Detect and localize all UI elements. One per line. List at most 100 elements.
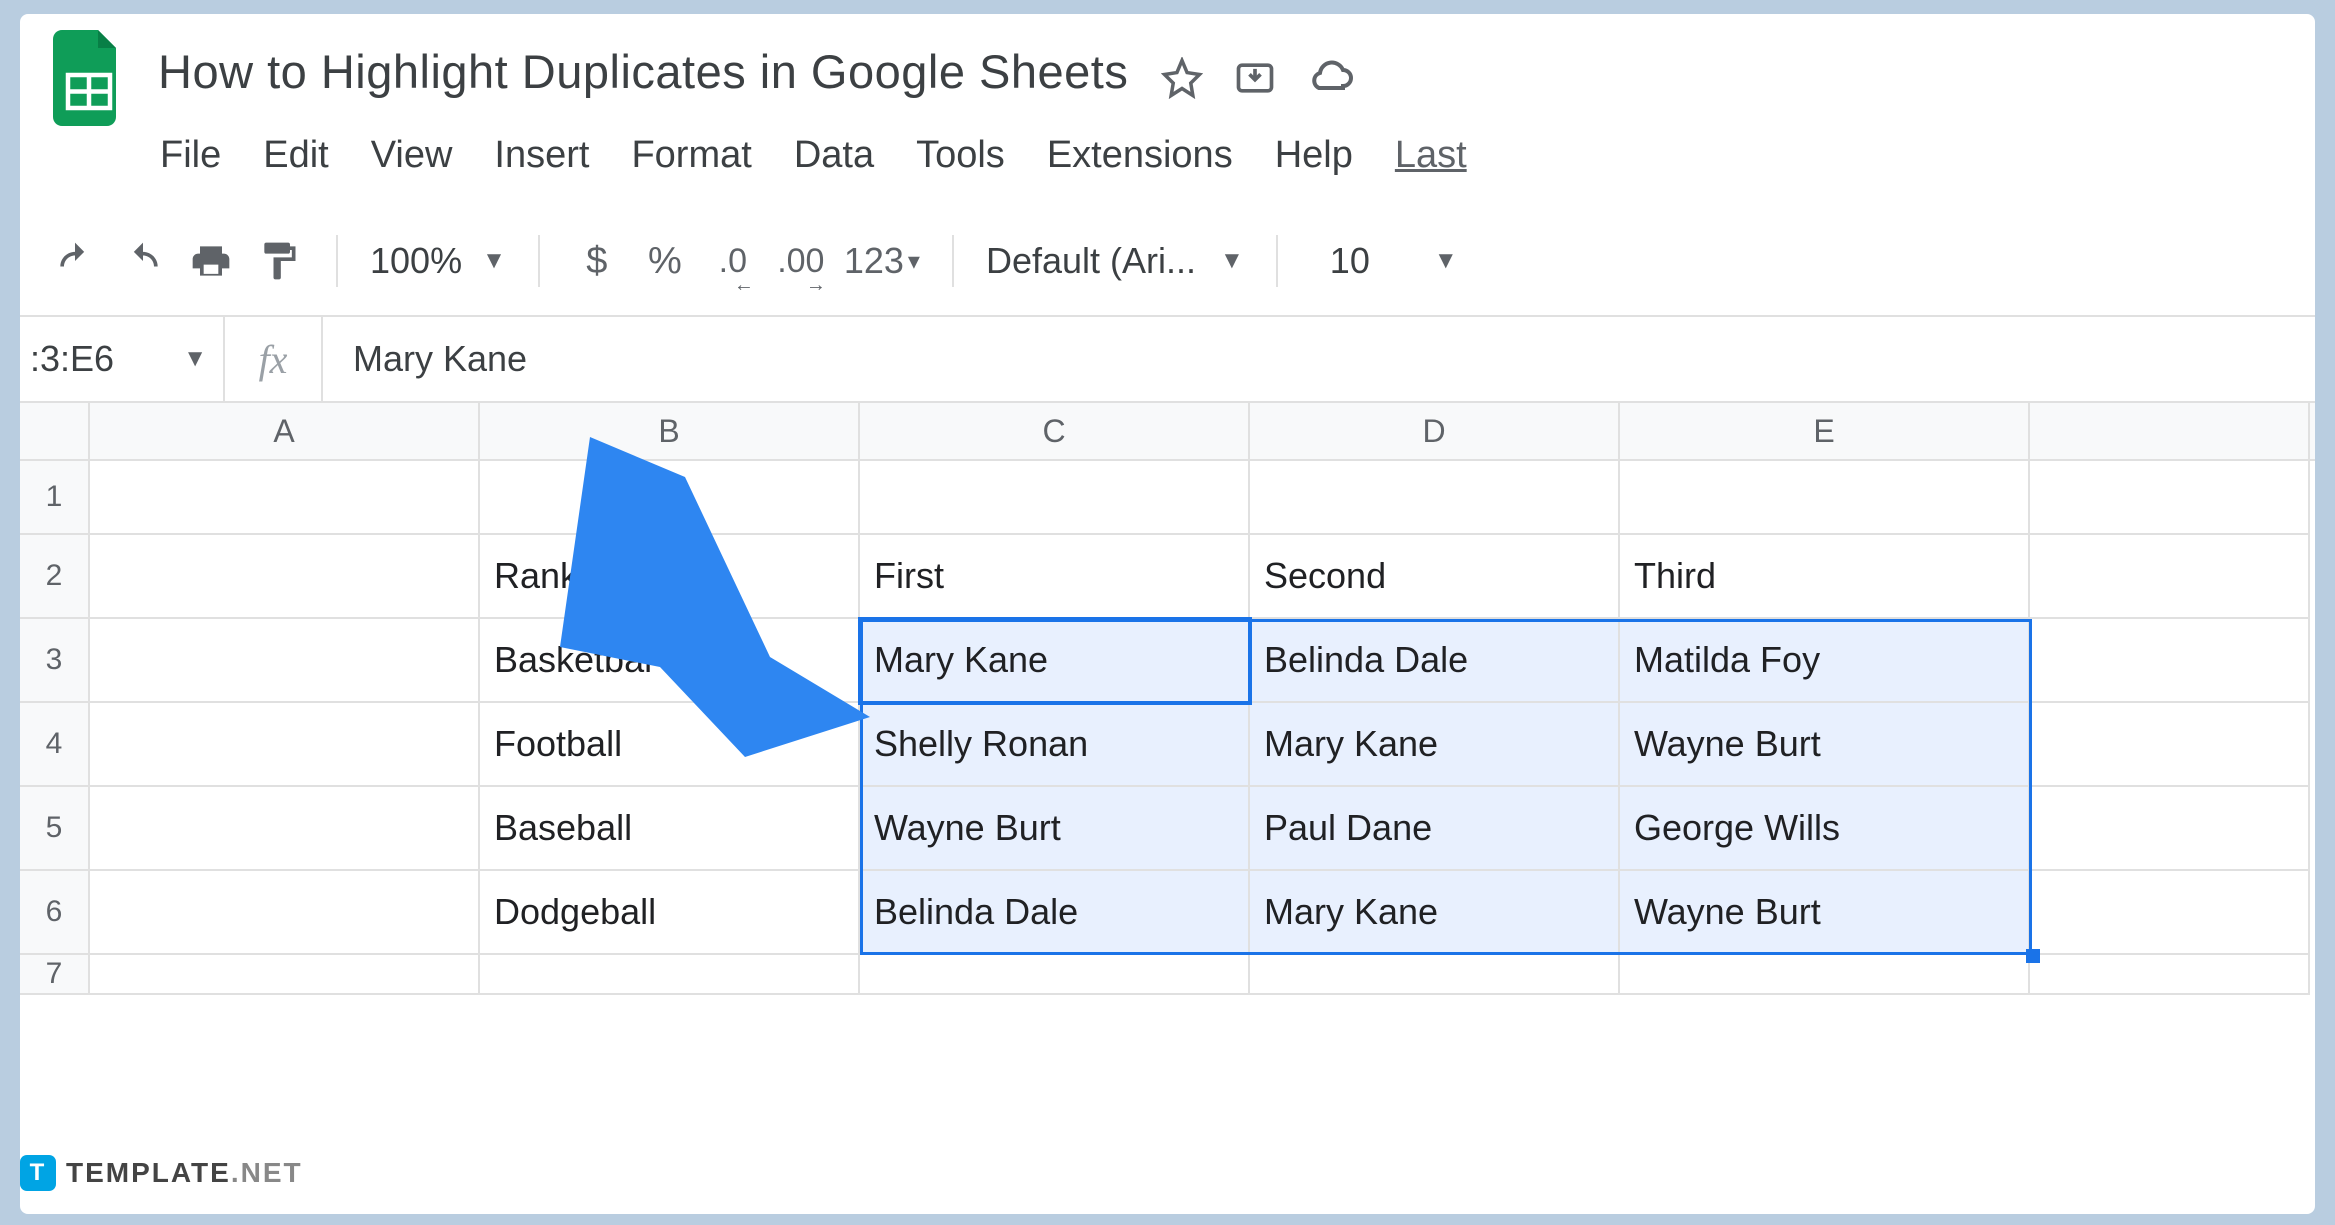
- row-header-6[interactable]: 6: [20, 871, 90, 955]
- toolbar: 100% ▼ $ % .0 ← .00 → 123▾ Default (Ari.…: [20, 207, 2315, 317]
- menu-extensions[interactable]: Extensions: [1047, 134, 1233, 177]
- cell-D6[interactable]: Mary Kane: [1250, 871, 1620, 955]
- menu-file[interactable]: File: [160, 134, 221, 177]
- selection-handle[interactable]: [2026, 949, 2040, 963]
- column-header-A[interactable]: A: [90, 403, 480, 459]
- menu-data[interactable]: Data: [794, 134, 874, 177]
- menu-help[interactable]: Help: [1275, 134, 1353, 177]
- cell-C2[interactable]: First: [860, 535, 1250, 619]
- zoom-value: 100%: [370, 240, 462, 282]
- cell-E1[interactable]: [1620, 461, 2030, 535]
- cell-E7[interactable]: [1620, 955, 2030, 995]
- document-title[interactable]: How to Highlight Duplicates in Google Sh…: [158, 45, 1128, 98]
- cloud-icon[interactable]: [1307, 54, 1355, 112]
- redo-button[interactable]: [118, 231, 168, 291]
- cell-E2[interactable]: Third: [1620, 535, 2030, 619]
- cell-B5[interactable]: Baseball: [480, 787, 860, 871]
- percent-button[interactable]: %: [640, 231, 690, 291]
- header: How to Highlight Duplicates in Google Sh…: [20, 14, 2315, 122]
- chevron-down-icon: ▼: [1434, 247, 1458, 275]
- row-header-7[interactable]: 7: [20, 955, 90, 995]
- zoom-select[interactable]: 100% ▼: [370, 240, 506, 282]
- fx-label: fx: [223, 317, 323, 401]
- column-header-F[interactable]: [2030, 403, 2310, 459]
- sheets-logo[interactable]: [50, 24, 128, 132]
- cell-A7[interactable]: [90, 955, 480, 995]
- increase-decimal-button[interactable]: .00 →: [776, 231, 826, 291]
- row-header-5[interactable]: 5: [20, 787, 90, 871]
- chevron-down-icon: ▼: [482, 247, 506, 275]
- cell-C7[interactable]: [860, 955, 1250, 995]
- cell-F1[interactable]: [2030, 461, 2310, 535]
- cell-F3[interactable]: [2030, 619, 2310, 703]
- menu-tools[interactable]: Tools: [916, 134, 1005, 177]
- cell-E5[interactable]: George Wills: [1620, 787, 2030, 871]
- cell-D4[interactable]: Mary Kane: [1250, 703, 1620, 787]
- app-window: How to Highlight Duplicates in Google Sh…: [20, 14, 2315, 1214]
- column-header-B[interactable]: B: [480, 403, 860, 459]
- cell-C4[interactable]: Shelly Ronan: [860, 703, 1250, 787]
- undo-button[interactable]: [50, 231, 100, 291]
- select-all-corner[interactable]: [20, 403, 90, 459]
- cell-F2[interactable]: [2030, 535, 2310, 619]
- formula-bar: :3:E6 ▼ fx Mary Kane: [20, 317, 2315, 403]
- menu-last-edit[interactable]: Last: [1395, 134, 1467, 177]
- formula-input[interactable]: Mary Kane: [323, 338, 527, 380]
- row-7: 7: [20, 955, 2315, 995]
- cell-B3[interactable]: Basketbal: [480, 619, 860, 703]
- cell-A3[interactable]: [90, 619, 480, 703]
- column-header-D[interactable]: D: [1250, 403, 1620, 459]
- menubar: File Edit View Insert Format Data Tools …: [20, 122, 2315, 177]
- name-box[interactable]: :3:E6 ▼: [28, 338, 223, 380]
- cell-A5[interactable]: [90, 787, 480, 871]
- row-6: 6 Dodgeball Belinda Dale Mary Kane Wayne…: [20, 871, 2315, 955]
- row-header-2[interactable]: 2: [20, 535, 90, 619]
- cell-D5[interactable]: Paul Dane: [1250, 787, 1620, 871]
- cell-B7[interactable]: [480, 955, 860, 995]
- font-select[interactable]: Default (Ari... ▼: [986, 240, 1244, 282]
- cell-E6[interactable]: Wayne Burt: [1620, 871, 2030, 955]
- cell-B6[interactable]: Dodgeball: [480, 871, 860, 955]
- cell-D7[interactable]: [1250, 955, 1620, 995]
- row-header-4[interactable]: 4: [20, 703, 90, 787]
- paint-format-button[interactable]: [254, 231, 304, 291]
- cell-D3[interactable]: Belinda Dale: [1250, 619, 1620, 703]
- column-header-E[interactable]: E: [1620, 403, 2030, 459]
- cell-D2[interactable]: Second: [1250, 535, 1620, 619]
- row-header-3[interactable]: 3: [20, 619, 90, 703]
- print-button[interactable]: [186, 231, 236, 291]
- row-header-1[interactable]: 1: [20, 461, 90, 535]
- cell-F4[interactable]: [2030, 703, 2310, 787]
- number-format-button[interactable]: 123▾: [844, 231, 920, 291]
- cell-A2[interactable]: [90, 535, 480, 619]
- menu-edit[interactable]: Edit: [263, 134, 328, 177]
- cell-F7[interactable]: [2030, 955, 2310, 995]
- menu-format[interactable]: Format: [631, 134, 751, 177]
- cell-F6[interactable]: [2030, 871, 2310, 955]
- row-2: 2 Rankings First Second Third: [20, 535, 2315, 619]
- cell-C1[interactable]: [860, 461, 1250, 535]
- cell-D1[interactable]: [1250, 461, 1620, 535]
- decrease-decimal-button[interactable]: .0 ←: [708, 231, 758, 291]
- cell-B4[interactable]: Football: [480, 703, 860, 787]
- row-3: 3 Basketbal Mary Kane Belinda Dale Matil…: [20, 619, 2315, 703]
- cell-A4[interactable]: [90, 703, 480, 787]
- cell-A1[interactable]: [90, 461, 480, 535]
- cell-C5[interactable]: Wayne Burt: [860, 787, 1250, 871]
- column-header-C[interactable]: C: [860, 403, 1250, 459]
- menu-insert[interactable]: Insert: [494, 134, 589, 177]
- cell-A6[interactable]: [90, 871, 480, 955]
- cell-E4[interactable]: Wayne Burt: [1620, 703, 2030, 787]
- cell-C3[interactable]: Mary Kane: [860, 619, 1250, 703]
- font-size-select[interactable]: 10 ▼: [1330, 240, 1458, 282]
- watermark: T TEMPLATE.NET: [20, 1155, 303, 1191]
- menu-view[interactable]: View: [371, 134, 453, 177]
- cell-F5[interactable]: [2030, 787, 2310, 871]
- currency-button[interactable]: $: [572, 231, 622, 291]
- cell-B1[interactable]: [480, 461, 860, 535]
- star-icon[interactable]: [1161, 57, 1203, 109]
- move-icon[interactable]: [1233, 56, 1277, 110]
- cell-B2[interactable]: Rankings: [480, 535, 860, 619]
- cell-C6[interactable]: Belinda Dale: [860, 871, 1250, 955]
- cell-E3[interactable]: Matilda Foy: [1620, 619, 2030, 703]
